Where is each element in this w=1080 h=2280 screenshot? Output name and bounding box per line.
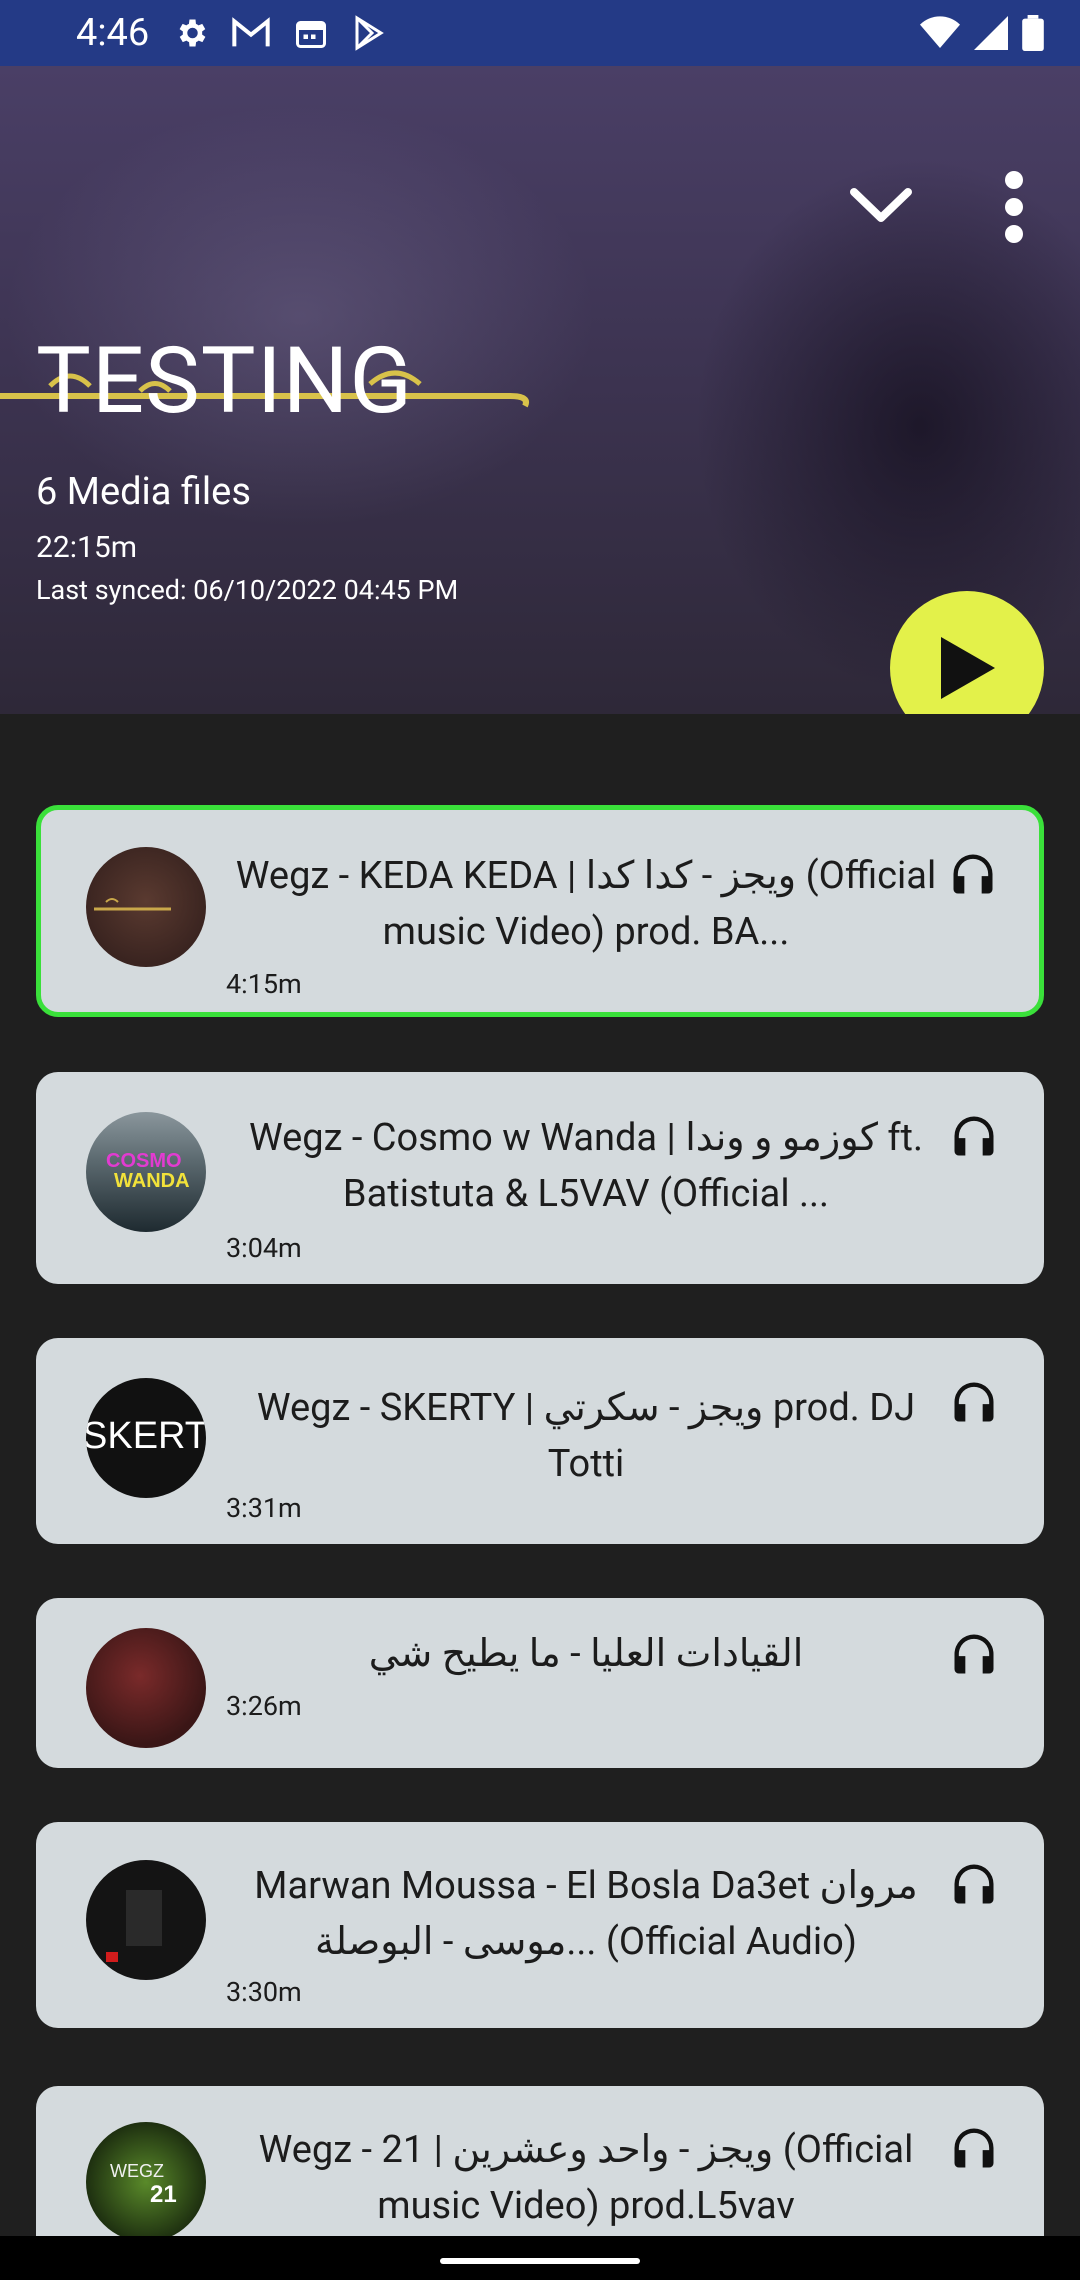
track-title: Wegz - SKERTY | ويجز - سكرتي prod. DJ To… — [256, 1386, 916, 1486]
status-bar: 4:46 — [0, 0, 1080, 66]
last-synced: Last synced: 06/10/2022 04:45 PM — [36, 574, 459, 606]
track-title: Wegz - KEDA KEDA | ويجز - كدا كدا (Offic… — [235, 854, 937, 954]
svg-text:SKERT: SKERT — [86, 1415, 206, 1457]
more-vert-icon — [1005, 171, 1023, 243]
svg-text:21: 21 — [150, 2181, 177, 2208]
battery-icon — [1022, 15, 1044, 51]
track-title: القيادات العليا - ما يطيح شي — [368, 1632, 804, 1676]
play-store-icon — [355, 15, 385, 51]
chevron-down-icon — [850, 188, 912, 222]
gmail-icon — [232, 17, 270, 47]
headphones-icon[interactable] — [947, 848, 999, 900]
thumbnail-art: COSMOWANDA — [106, 1150, 190, 1192]
media-count: 6 Media files — [36, 470, 251, 514]
headphones-icon[interactable] — [948, 1110, 1000, 1162]
headphones-icon[interactable] — [948, 1858, 1000, 1910]
navigation-bar — [0, 2236, 1080, 2280]
thumbnail-art — [106, 1890, 162, 1962]
track-thumbnail — [86, 847, 206, 967]
svg-text:WANDA: WANDA — [114, 1170, 190, 1192]
track-title: Marwan Moussa - El Bosla Da3et مروان موس… — [254, 1864, 918, 1964]
home-gesture-handle[interactable] — [440, 2258, 640, 2264]
track-duration: 4:15m — [226, 968, 302, 1000]
playlist-header: TESTING 6 Media files 22:15m Last synced… — [0, 66, 1080, 714]
status-system-icons — [920, 15, 1044, 51]
track-item-6[interactable]: WEGZ 21 Wegz - 21 | ويجز - واحد وعشرين (O… — [36, 2086, 1044, 2242]
playlist-title: TESTING — [36, 328, 414, 435]
track-title: Wegz - Cosmo w Wanda | كوزمو و وندا ft. … — [248, 1116, 924, 1216]
track-thumbnail: WEGZ 21 — [86, 2122, 206, 2242]
thumbnail-art — [94, 898, 171, 911]
svg-text:COSMO: COSMO — [106, 1150, 182, 1172]
status-notification-icons — [173, 15, 387, 51]
track-item-5[interactable]: Marwan Moussa - El Bosla Da3et مروان موس… — [36, 1822, 1044, 2028]
track-duration: 3:30m — [226, 1976, 302, 2008]
track-item-3[interactable]: SKERT Wegz - SKERTY | ويجز - سكرتي prod.… — [36, 1338, 1044, 1544]
headphones-icon[interactable] — [948, 2122, 1000, 2174]
play-all-button[interactable] — [890, 591, 1044, 714]
svg-text:WEGZ: WEGZ — [110, 2161, 164, 2181]
track-item-1[interactable]: Wegz - KEDA KEDA | ويجز - كدا كدا (Offic… — [36, 805, 1044, 1017]
more-options-button[interactable] — [1002, 170, 1026, 244]
track-duration: 3:26m — [226, 1690, 302, 1722]
track-thumbnail: COSMO WANDA — [86, 1112, 206, 1232]
wifi-icon — [920, 16, 960, 48]
status-time: 4:46 — [76, 11, 150, 55]
signal-icon — [974, 16, 1008, 50]
settings-icon — [179, 19, 206, 47]
track-thumbnail: SKERT — [86, 1378, 206, 1498]
calendar-icon — [296, 21, 327, 48]
track-title: Wegz - 21 | ويجز - واحد وعشرين (Official… — [258, 2128, 914, 2228]
track-thumbnail — [86, 1628, 206, 1748]
headphones-icon[interactable] — [948, 1628, 1000, 1680]
track-item-2[interactable]: COSMO WANDA Wegz - Cosmo w Wanda | كوزمو … — [36, 1072, 1044, 1284]
play-icon — [941, 637, 995, 699]
track-duration: 3:31m — [226, 1492, 302, 1524]
collapse-button[interactable] — [848, 178, 914, 234]
headphones-icon[interactable] — [948, 1376, 1000, 1428]
thumbnail-art: WEGZ21 — [110, 2161, 177, 2208]
track-item-4[interactable]: القيادات العليا - ما يطيح شي 3:26m — [36, 1598, 1044, 1768]
track-duration: 3:04m — [226, 1232, 302, 1264]
thumbnail-art: SKERT — [86, 1415, 206, 1457]
track-thumbnail — [86, 1860, 206, 1980]
total-duration: 22:15m — [36, 530, 138, 565]
